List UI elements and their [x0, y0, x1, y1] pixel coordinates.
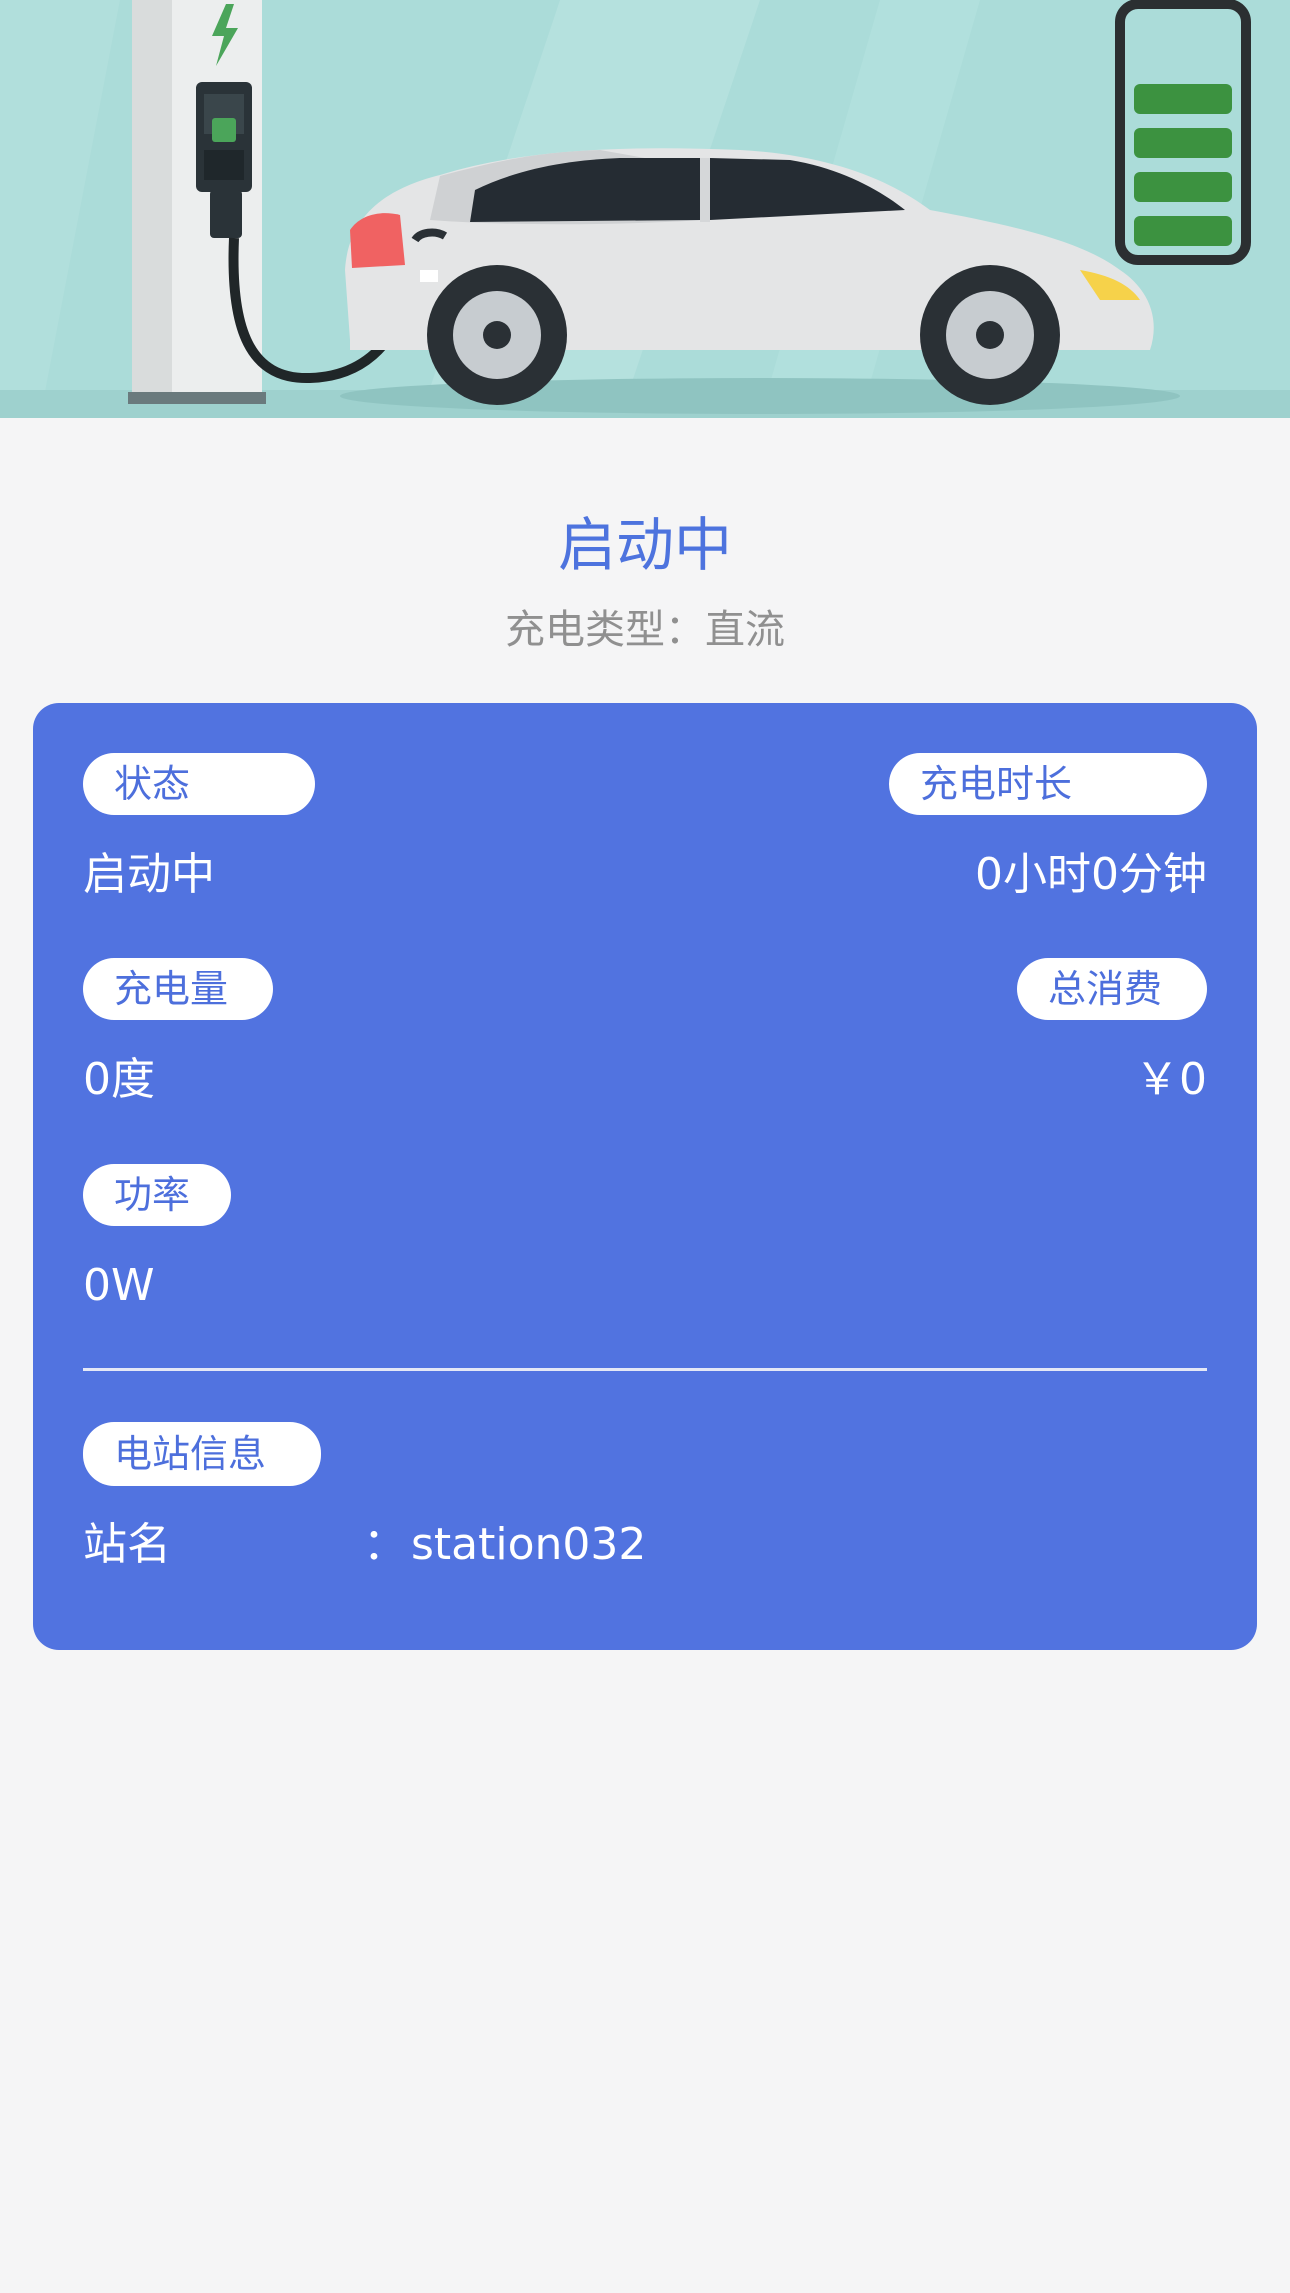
station-name-label: 站名 — [83, 1519, 171, 1570]
status-value: 启动中 — [83, 849, 215, 900]
station-info-badge: 电站信息 — [83, 1422, 321, 1486]
cost-badge: 总消费 — [1017, 958, 1207, 1020]
charge-type-label: 充电类型：直流 — [505, 607, 785, 653]
duration-value: 0小时0分钟 — [975, 849, 1207, 900]
charging-status-title: 启动中 — [557, 511, 732, 579]
charging-info-card: 状态 充电时长 启动中 0小时0分钟 充电量 总消费 0度 ￥0 功率 0W 电… — [33, 703, 1257, 1650]
station-name-separator: ： — [363, 1519, 407, 1570]
energy-badge: 充电量 — [83, 958, 273, 1020]
energy-value: 0度 — [83, 1054, 155, 1105]
duration-badge: 充电时长 — [889, 753, 1207, 815]
station-name-value: station032 — [411, 1519, 647, 1570]
cost-value: ￥0 — [1135, 1054, 1207, 1105]
status-badge: 状态 — [83, 753, 315, 815]
card-divider — [83, 1368, 1207, 1371]
hero-banner — [0, 0, 1290, 418]
power-badge: 功率 — [83, 1164, 231, 1226]
power-value: 0W — [83, 1260, 155, 1311]
